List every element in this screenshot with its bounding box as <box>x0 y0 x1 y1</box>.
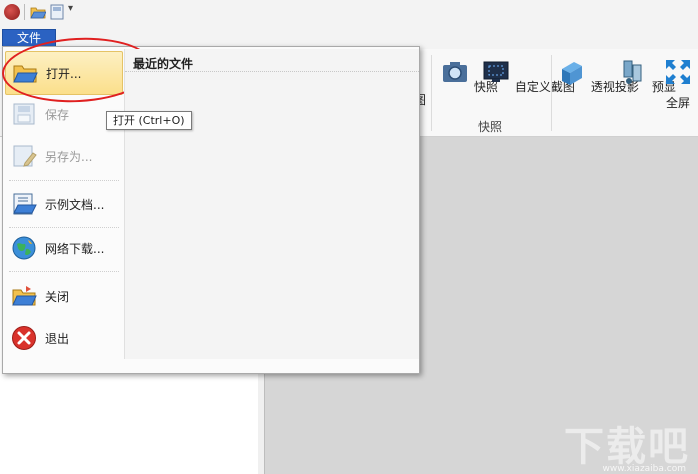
sample-document-menu-item[interactable]: 示例文档... <box>5 183 121 225</box>
close-menu-item[interactable]: 关闭 <box>5 275 121 317</box>
recent-files-title: 最近的文件 <box>133 57 194 71</box>
exit-icon <box>12 326 36 350</box>
menu-separator <box>9 271 119 272</box>
sample-document-label: 示例文档... <box>45 198 105 212</box>
save-as-label: 另存为... <box>45 150 93 164</box>
app-logo-icon[interactable] <box>4 4 20 20</box>
quick-open-icon[interactable] <box>30 4 46 20</box>
close-folder-icon <box>12 286 37 306</box>
save-as-icon <box>13 145 37 167</box>
exit-menu-item[interactable]: 退出 <box>5 317 121 359</box>
open-menu-item[interactable]: 打开... <box>0 34 156 106</box>
quick-save-icon[interactable] <box>50 4 64 20</box>
snapshot-group-label: 快照 <box>478 120 503 134</box>
toolbar-separator <box>24 4 25 20</box>
open-folder-icon <box>13 65 38 83</box>
file-menu: 打开... 保存 另存为... 示例文档... 网络下载... 关闭 退出 最近… <box>0 34 420 374</box>
save-icon <box>13 103 35 125</box>
save-menu-item[interactable]: 保存 <box>5 93 121 135</box>
save-label: 保存 <box>45 108 70 122</box>
save-as-menu-item[interactable]: 另存为... <box>5 135 121 177</box>
menu-separator <box>9 180 119 181</box>
close-label: 关闭 <box>45 290 70 304</box>
open-tooltip: 打开 (Ctrl+O) <box>106 111 192 130</box>
recent-files-divider <box>125 71 419 72</box>
network-download-icon <box>12 236 36 260</box>
recent-files-panel: 最近的文件 <box>124 49 419 359</box>
quick-access-toolbar: ▾ <box>0 0 698 25</box>
exit-label: 退出 <box>45 332 70 346</box>
customize-toolbar-dropdown[interactable]: ▾ <box>68 3 73 14</box>
network-download-menu-item[interactable]: 网络下载... <box>5 227 121 269</box>
open-label: 打开... <box>46 67 82 81</box>
fullscreen-button[interactable]: 全屏 <box>658 57 698 111</box>
network-download-label: 网络下载... <box>45 242 105 256</box>
ribbon-group-separator <box>431 55 432 131</box>
file-menu-commands: 打开... 保存 另存为... 示例文档... 网络下载... 关闭 退出 <box>0 34 156 359</box>
custom-screenshot-icon <box>483 61 509 82</box>
fullscreen-icon <box>666 60 690 84</box>
preview-icon <box>623 60 642 84</box>
watermark-url: www.xiazaiba.com <box>602 464 686 474</box>
camera-icon <box>443 62 467 82</box>
fullscreen-label: 全屏 <box>665 96 690 110</box>
perspective-projection-icon <box>562 62 582 85</box>
ribbon-group-separator <box>551 55 552 131</box>
sample-document-icon <box>13 193 37 215</box>
